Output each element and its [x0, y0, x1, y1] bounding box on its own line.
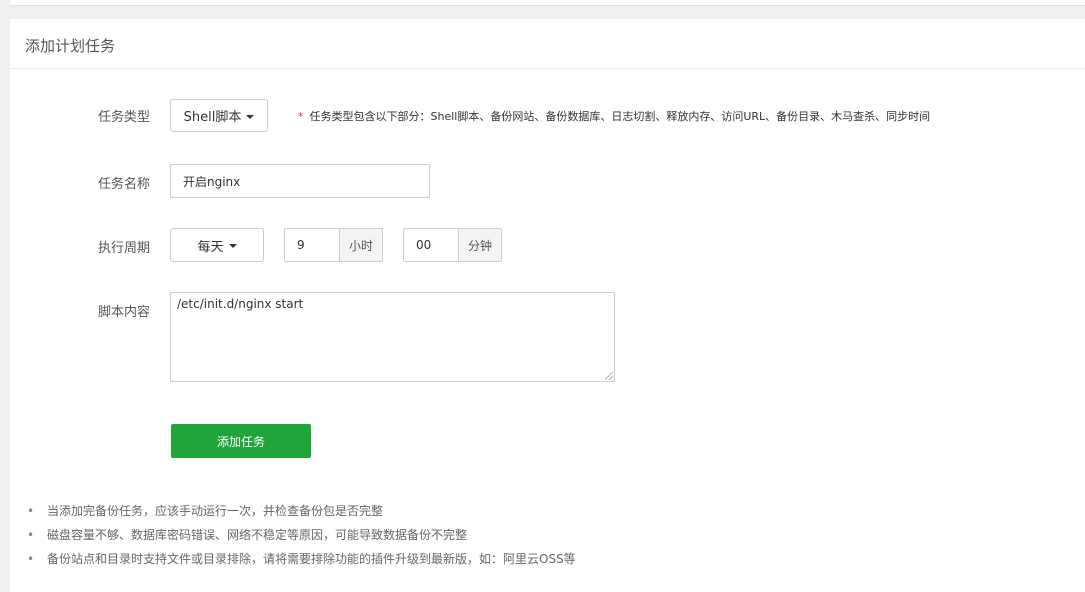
task-name-value: 开启nginx: [183, 174, 241, 189]
notes-list: 当添加完备份任务，应该手动运行一次，并检查备份包是否完整 磁盘容量不够、数据库密…: [27, 499, 576, 571]
title-divider: [10, 68, 1085, 69]
panel-title: 添加计划任务: [25, 37, 116, 55]
note-item: 备份站点和目录时支持文件或目录排除，请将需要排除功能的插件升级到最新版，如：阿里…: [27, 547, 576, 571]
hour-unit-addon: 小时: [339, 228, 383, 262]
note-item: 当添加完备份任务，应该手动运行一次，并检查备份包是否完整: [27, 499, 576, 523]
script-label: 脚本内容: [97, 305, 150, 320]
add-cron-task-panel: 添加计划任务 任务类型 Shell脚本 * 任务类型包含以下部分：Shell脚本、…: [10, 19, 1085, 592]
script-textarea[interactable]: /etc/init.d/nginx start: [170, 292, 615, 382]
cycle-label: 执行周期: [97, 241, 150, 256]
top-panel-edge: [10, 0, 1085, 6]
cycle-dropdown[interactable]: 每天: [170, 228, 264, 262]
required-star: *: [298, 110, 304, 123]
hour-input[interactable]: 9: [284, 228, 340, 262]
note-item: 磁盘容量不够、数据库密码错误、网络不稳定等原因，可能导致数据备份不完整: [27, 523, 576, 547]
task-type-hint-text: 任务类型包含以下部分：Shell脚本、备份网站、备份数据库、日志切割、释放内存、…: [309, 110, 931, 123]
script-value: /etc/init.d/nginx start: [177, 297, 304, 311]
add-task-button[interactable]: 添加任务: [171, 424, 311, 458]
chevron-down-icon: [228, 244, 237, 248]
task-type-label: 任务类型: [97, 110, 150, 125]
task-type-selected: Shell脚本: [183, 110, 242, 125]
task-name-label: 任务名称: [97, 177, 150, 192]
task-type-hint: * 任务类型包含以下部分：Shell脚本、备份网站、备份数据库、日志切割、释放内存…: [298, 108, 930, 124]
task-type-dropdown[interactable]: Shell脚本: [170, 99, 268, 132]
resize-grip-icon[interactable]: [605, 372, 613, 380]
minute-unit-addon: 分钟: [458, 228, 502, 262]
minute-value: 00: [416, 238, 432, 252]
cycle-selected: 每天: [197, 239, 224, 255]
chevron-down-icon: [246, 114, 255, 119]
hour-value: 9: [297, 238, 305, 252]
task-name-input[interactable]: 开启nginx: [170, 164, 430, 198]
minute-input[interactable]: 00: [403, 228, 459, 262]
